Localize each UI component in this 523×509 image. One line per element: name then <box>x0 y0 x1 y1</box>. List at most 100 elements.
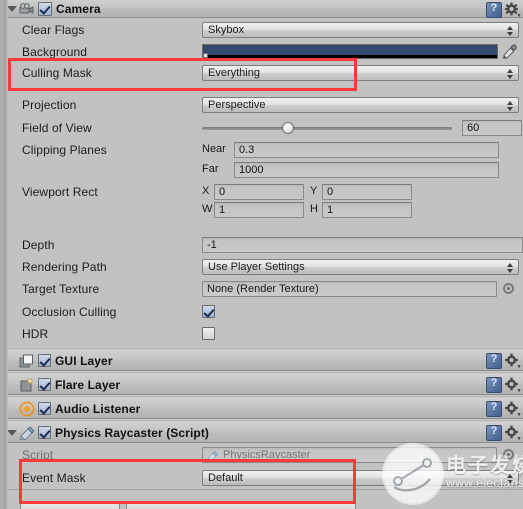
checkbox-hdr[interactable] <box>202 327 215 340</box>
component-title-flare-layer: Flare Layer <box>55 377 121 392</box>
help-book-icon[interactable] <box>486 401 502 417</box>
bottom-button-left[interactable] <box>20 503 120 509</box>
component-title-gui-layer: GUI Layer <box>55 353 113 368</box>
value-field-far[interactable]: 1000 <box>234 162 499 178</box>
gui-layer-header-icons <box>486 353 521 369</box>
popup-culling-mask[interactable]: Everything <box>202 65 519 81</box>
label-target-texture: Target Texture <box>22 282 100 296</box>
physics-raycaster-enabled-checkbox[interactable] <box>38 426 51 439</box>
popup-value-event-mask: Default <box>208 472 243 484</box>
property-row-projection: Projection Perspective <box>0 94 523 116</box>
slider-knob-field-of-view[interactable] <box>282 122 294 134</box>
popup-value-projection: Perspective <box>208 99 266 111</box>
property-row-field-of-view: Field of View 60 <box>0 117 523 139</box>
gear-icon[interactable] <box>504 425 521 441</box>
label-viewport-rect: Viewport Rect <box>22 185 98 199</box>
property-row-clear-flags: Clear Flags Skybox <box>0 19 523 41</box>
unity-inspector-window: Camera ? Clear Flags Skybox Background C… <box>0 0 523 509</box>
value-text-w: 1 <box>219 204 226 216</box>
flare-layer-header-icons <box>486 377 521 393</box>
checkbox-occlusion-culling[interactable] <box>202 305 215 318</box>
popup-arrows-icon <box>507 68 514 80</box>
color-alpha-bar <box>203 55 497 58</box>
popup-rendering-path[interactable]: Use Player Settings <box>202 259 519 275</box>
camera-icon <box>19 1 35 17</box>
component-header-audio-listener[interactable]: Audio Listener <box>0 398 523 419</box>
object-picker-icon[interactable] <box>503 449 514 460</box>
object-value-script: PhysicsRaycaster <box>223 449 311 461</box>
value-field-y[interactable]: 0 <box>322 184 412 200</box>
label-clear-flags: Clear Flags <box>22 23 85 37</box>
property-row-hdr: HDR <box>0 323 523 345</box>
popup-projection[interactable]: Perspective <box>202 97 519 113</box>
value-field-x[interactable]: 0 <box>214 184 304 200</box>
value-field-field-of-view[interactable]: 60 <box>462 120 522 136</box>
component-title-physics-raycaster: Physics Raycaster (Script) <box>55 425 210 440</box>
value-field-h[interactable]: 1 <box>322 202 412 218</box>
popup-event-mask[interactable]: Default <box>202 470 519 486</box>
script-icon <box>19 425 35 441</box>
section-divider <box>8 489 523 490</box>
gear-icon[interactable] <box>504 2 521 18</box>
property-row-rendering-path: Rendering Path Use Player Settings <box>0 256 523 278</box>
component-header-flare-layer[interactable]: Flare Layer <box>0 374 523 395</box>
popup-value-clear-flags: Skybox <box>208 24 245 36</box>
popup-clear-flags[interactable]: Skybox <box>202 22 519 38</box>
slider-track-field-of-view[interactable] <box>202 127 452 130</box>
gui-layer-enabled-checkbox[interactable] <box>38 354 51 367</box>
sublabel-x: X <box>202 185 210 197</box>
value-field-near[interactable]: 0.3 <box>234 142 499 158</box>
help-book-icon[interactable] <box>486 425 502 441</box>
label-occlusion-culling: Occlusion Culling <box>22 305 117 319</box>
audio-listener-icon <box>19 401 35 417</box>
property-row-event-mask: Event Mask Default <box>0 467 523 489</box>
component-title-audio-listener: Audio Listener <box>55 401 141 416</box>
object-field-script[interactable]: PhysicsRaycaster <box>202 447 497 463</box>
flare-layer-icon <box>19 377 35 393</box>
popup-arrows-icon <box>507 100 514 112</box>
gui-layer-icon <box>19 353 35 369</box>
property-row-clipping-planes: Clipping Planes Near 0.3 <box>0 139 523 161</box>
gear-icon[interactable] <box>504 377 521 393</box>
property-row-target-texture: Target Texture None (Render Texture) <box>0 278 523 300</box>
object-field-target-texture[interactable]: None (Render Texture) <box>202 281 497 297</box>
color-swatch <box>203 45 497 55</box>
camera-enabled-checkbox[interactable] <box>38 1 52 16</box>
popup-value-rendering-path: Use Player Settings <box>208 261 305 273</box>
gear-icon[interactable] <box>504 353 521 369</box>
property-row-background: Background <box>0 41 523 63</box>
eyedropper-icon[interactable] <box>502 44 518 60</box>
value-field-w[interactable]: 1 <box>214 202 304 218</box>
inspector-scroll-rail[interactable] <box>0 0 8 509</box>
label-rendering-path: Rendering Path <box>22 260 107 274</box>
physics-raycaster-header-icons <box>486 425 521 441</box>
component-header-physics-raycaster[interactable]: Physics Raycaster (Script) <box>0 422 523 443</box>
component-header-camera[interactable]: Camera <box>0 0 523 18</box>
component-header-gui-layer[interactable]: GUI Layer <box>0 350 523 371</box>
help-book-icon[interactable] <box>486 377 502 393</box>
value-field-depth[interactable]: -1 <box>202 237 523 253</box>
popup-arrows-icon <box>507 25 514 37</box>
flare-layer-enabled-checkbox[interactable] <box>38 378 51 391</box>
gear-icon[interactable] <box>504 401 521 417</box>
color-field-background[interactable] <box>202 44 498 59</box>
audio-listener-header-icons <box>486 401 521 417</box>
sublabel-y: Y <box>310 185 318 197</box>
component-title-camera: Camera <box>56 1 101 16</box>
help-book-icon[interactable] <box>486 2 502 18</box>
property-row-clipping-far: Far 1000 <box>0 159 523 181</box>
bottom-button-right[interactable] <box>126 502 356 509</box>
property-row-script: Script PhysicsRaycaster <box>0 444 523 466</box>
label-script: Script <box>22 448 54 462</box>
property-row-depth: Depth -1 <box>0 234 523 256</box>
help-book-icon[interactable] <box>486 353 502 369</box>
sublabel-near: Near <box>202 143 226 155</box>
camera-header-icons <box>486 2 521 18</box>
audio-listener-enabled-checkbox[interactable] <box>38 402 51 415</box>
object-picker-icon[interactable] <box>503 283 514 294</box>
label-background: Background <box>22 45 88 59</box>
property-row-occlusion-culling: Occlusion Culling <box>0 301 523 323</box>
script-asset-icon <box>207 450 220 462</box>
label-clipping-planes: Clipping Planes <box>22 143 107 157</box>
color-alpha-knob[interactable] <box>203 53 208 58</box>
